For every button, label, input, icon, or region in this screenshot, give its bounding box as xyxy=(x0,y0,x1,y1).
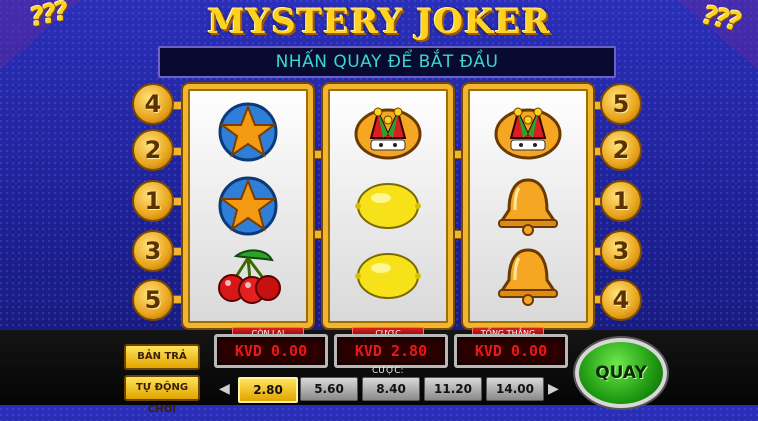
cherry-icon xyxy=(188,241,308,311)
bet-increase-icon[interactable]: ▶ xyxy=(548,381,559,397)
paytable-button[interactable]: BẢN TRẢ xyxy=(124,344,200,370)
game-title: MYSTERY JOKER xyxy=(207,2,551,42)
joker-icon xyxy=(328,97,448,167)
lemon-icon xyxy=(328,171,448,241)
autoplay-button[interactable]: TỰ ĐỘNG CHƠI xyxy=(124,375,200,415)
joker-icon xyxy=(468,97,588,167)
message-bar: NHẤN QUAY ĐỂ BẮT ĐẦU xyxy=(158,46,616,78)
lemon-icon xyxy=(328,241,448,311)
bet-selector-label: CƯỢC: xyxy=(372,366,404,376)
total-win-meter: KVD 0.00 xyxy=(454,334,568,368)
bet-option[interactable]: 5.60 xyxy=(300,377,358,401)
balance-meter: KVD 0.00 xyxy=(214,334,328,368)
payline-badge-right: 4 xyxy=(600,279,642,321)
bell-icon xyxy=(468,241,588,311)
payline-badge-left: 4 xyxy=(132,83,174,125)
bet-option[interactable]: 8.40 xyxy=(362,377,420,401)
spin-button[interactable]: QUAY xyxy=(575,338,667,408)
payline-badge-right: 2 xyxy=(600,129,642,171)
payline-badge-left: 2 xyxy=(132,129,174,171)
reel-1 xyxy=(183,84,313,328)
star-icon xyxy=(188,97,308,167)
bet-option[interactable]: 11.20 xyxy=(424,377,482,401)
payline-badge-left: 3 xyxy=(132,230,174,272)
payline-badge-right: 3 xyxy=(600,230,642,272)
bet-option[interactable]: 2.80 xyxy=(238,377,298,403)
star-icon xyxy=(188,171,308,241)
payline-badge-right: 5 xyxy=(600,83,642,125)
bet-decrease-icon[interactable]: ◀ xyxy=(219,381,230,397)
reel-2 xyxy=(323,84,453,328)
payline-badge-left: 5 xyxy=(132,279,174,321)
bet-meter: KVD 2.80 xyxy=(334,334,448,368)
payline-badge-right: 1 xyxy=(600,180,642,222)
bell-icon xyxy=(468,171,588,241)
reel-3 xyxy=(463,84,593,328)
payline-badge-left: 1 xyxy=(132,180,174,222)
bet-option[interactable]: 14.00 xyxy=(486,377,544,401)
